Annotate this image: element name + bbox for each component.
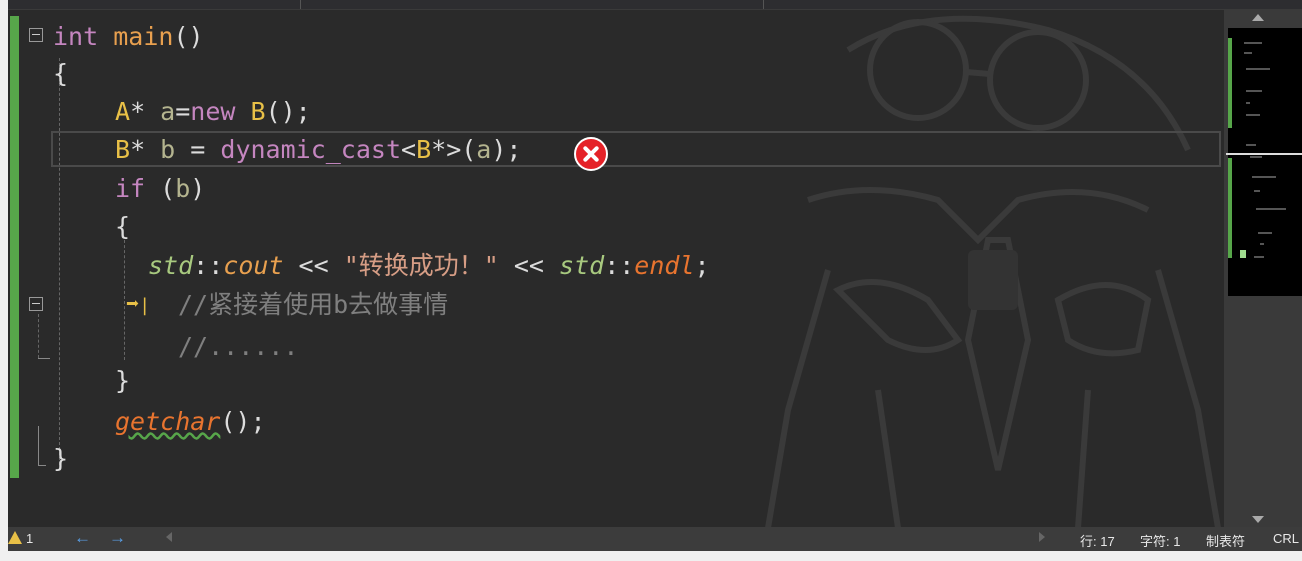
code-line-12[interactable]: } (8, 440, 1224, 478)
editor-window: int main() { A* a=new B(); B* b = dynami… (8, 0, 1302, 561)
minimap-caret-line (1226, 153, 1302, 155)
code-line-1[interactable]: int main() (8, 18, 1224, 56)
code-line-4[interactable]: B* b = dynamic_cast<B*>(a); (8, 131, 1224, 169)
code-line-8[interactable]: //紧接着使用b去做事情 (8, 286, 1224, 324)
error-icon[interactable] (574, 137, 608, 171)
status-bar: 1 ← → 行: 17 字符: 1 制表符 CRL (8, 527, 1302, 551)
line-indicator[interactable]: 行: 17 (1080, 531, 1115, 550)
scroll-right-icon[interactable] (1039, 532, 1045, 542)
char-indicator[interactable]: 字符: 1 (1140, 531, 1180, 550)
minimap-view[interactable] (1228, 28, 1302, 296)
code-line-6[interactable]: { (8, 208, 1224, 246)
code-line-9[interactable]: //...... (8, 328, 1224, 366)
navigate-forward-icon[interactable]: → (109, 528, 126, 548)
minimap-scrollbar[interactable] (1224, 10, 1302, 528)
code-line-7[interactable]: std::cout << "转换成功！" << std::endl; (8, 247, 1224, 285)
tab-strip (8, 0, 1302, 10)
tab-indicator[interactable]: 制表符 (1206, 531, 1245, 550)
code-line-11[interactable]: getchar(); (8, 403, 1224, 441)
warning-count[interactable]: 1 (26, 531, 33, 546)
scroll-up-icon[interactable] (1252, 14, 1264, 21)
line-ending-indicator[interactable]: CRL (1273, 531, 1299, 546)
next-statement-icon: ➡| (126, 292, 151, 317)
code-line-3[interactable]: A* a=new B(); (8, 93, 1224, 131)
code-editor[interactable]: int main() { A* a=new B(); B* b = dynami… (8, 10, 1224, 528)
warning-icon[interactable] (8, 531, 22, 544)
code-line-2[interactable]: { (8, 55, 1224, 93)
code-line-10[interactable]: } (8, 362, 1224, 400)
scroll-left-icon[interactable] (166, 532, 172, 542)
code-line-5[interactable]: if (b) (8, 170, 1224, 208)
navigate-back-icon[interactable]: ← (74, 528, 91, 548)
window-bottom-edge (0, 551, 1302, 561)
scroll-down-icon[interactable] (1252, 516, 1264, 523)
